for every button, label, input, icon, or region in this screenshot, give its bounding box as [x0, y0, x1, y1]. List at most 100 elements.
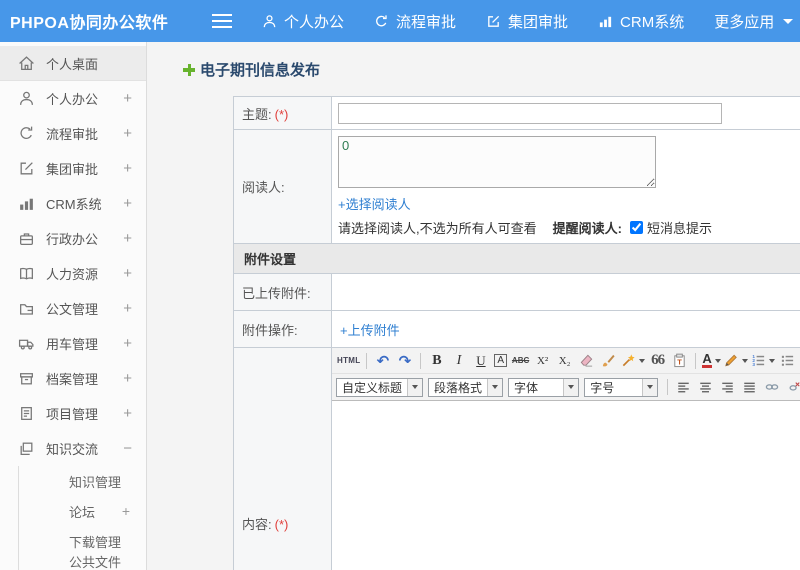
- briefcase-icon: [18, 230, 35, 247]
- sidebar-item-knowledge[interactable]: 知识交流 −: [0, 431, 146, 466]
- expand-plus-icon[interactable]: +: [123, 370, 132, 387]
- sidebar-item-crm[interactable]: CRM系统 +: [0, 186, 146, 221]
- font-size-dropdown[interactable]: 字号: [584, 377, 659, 397]
- sidebar-subitem-forum[interactable]: 论坛 +: [19, 496, 146, 526]
- expand-plus-icon[interactable]: +: [123, 300, 132, 317]
- home-icon: [18, 55, 35, 72]
- bullet-list-icon[interactable]: [777, 350, 798, 371]
- sidebar: 个人桌面 个人办公 + 流程审批 + 集团审批 + CRM系统 + 行政办公 +: [0, 42, 147, 570]
- sidebar-item-archives[interactable]: 档案管理 +: [0, 361, 146, 396]
- hamburger-menu-icon[interactable]: [212, 14, 232, 28]
- readers-label-cell: 阅读人:: [233, 129, 332, 244]
- nav-workflow-approval[interactable]: 流程审批: [374, 11, 456, 32]
- remind-readers-label: 提醒阅读人:: [552, 221, 622, 236]
- align-right-icon[interactable]: [717, 377, 738, 398]
- readers-textarea[interactable]: 0: [338, 136, 656, 188]
- content-row: 内容: (*) HTML ↶ ↷ B I U A ABC X² X₂ 66 T …: [233, 347, 800, 570]
- caret-down-icon: [769, 358, 776, 363]
- align-justify-icon[interactable]: [739, 377, 760, 398]
- redo-icon[interactable]: ↷: [394, 350, 415, 371]
- app-title: PHPOA协同办公软件: [10, 15, 169, 32]
- page-title: 电子期刊信息发布: [182, 59, 800, 80]
- nav-crm[interactable]: CRM系统: [598, 11, 684, 32]
- sidebar-item-vehicles[interactable]: 用车管理 +: [0, 326, 146, 361]
- sidebar-item-personal-office[interactable]: 个人办公 +: [0, 81, 146, 116]
- subscript-button[interactable]: X₂: [554, 350, 575, 371]
- expand-plus-icon[interactable]: +: [123, 230, 132, 247]
- expand-plus-icon[interactable]: +: [122, 503, 130, 519]
- subject-row: 主题: (*): [233, 96, 800, 130]
- caret-down-icon: [742, 358, 749, 363]
- italic-button[interactable]: I: [448, 350, 469, 371]
- uploaded-files-cell: [331, 273, 800, 311]
- align-center-icon[interactable]: [695, 377, 716, 398]
- expand-plus-icon[interactable]: +: [123, 90, 132, 107]
- editor-content-area[interactable]: [332, 401, 800, 570]
- highlight-color-icon[interactable]: [723, 350, 749, 371]
- expand-plus-icon[interactable]: +: [123, 160, 132, 177]
- sidebar-item-group-approval[interactable]: 集团审批 +: [0, 151, 146, 186]
- sidebar-subitem-public-files[interactable]: 公共文件柜: [19, 555, 146, 570]
- main-content: 电子期刊信息发布 主题: (*) 阅读人: 0 +选择阅读人 请选择阅读人,不选…: [147, 42, 800, 570]
- caret-down-icon: [639, 358, 646, 363]
- caret-down-icon: [487, 378, 503, 396]
- readers-row: 阅读人: 0 +选择阅读人 请选择阅读人,不选为所有人可查看 提醒阅读人: 短消…: [233, 129, 800, 244]
- sidebar-item-documents[interactable]: 公文管理 +: [0, 291, 146, 326]
- expand-plus-icon[interactable]: +: [123, 335, 132, 352]
- expand-plus-icon[interactable]: +: [123, 405, 132, 422]
- magic-wand-icon[interactable]: [620, 350, 646, 371]
- insert-link-icon[interactable]: [761, 377, 782, 398]
- knowledge-submenu: 知识管理 论坛 + 下载管理 公共文件柜: [18, 466, 146, 570]
- select-readers-link[interactable]: +选择阅读人: [338, 197, 411, 212]
- expand-plus-icon[interactable]: +: [123, 195, 132, 212]
- edit-square-icon: [486, 14, 501, 29]
- nav-personal-office[interactable]: 个人办公: [262, 11, 344, 32]
- expand-plus-icon[interactable]: +: [123, 265, 132, 282]
- ordered-list-icon[interactable]: 123: [750, 350, 776, 371]
- paste-icon[interactable]: T: [669, 350, 690, 371]
- editor-toolbar: HTML ↶ ↷ B I U A ABC X² X₂ 66 T A 1 2 3 …: [332, 348, 800, 401]
- sidebar-item-hr[interactable]: 人力资源 +: [0, 256, 146, 291]
- custom-heading-dropdown[interactable]: 自定义标题: [336, 377, 424, 397]
- upload-attachment-link[interactable]: +上传附件: [340, 323, 400, 338]
- align-left-icon[interactable]: [673, 377, 694, 398]
- attachment-section-header: 附件设置: [233, 243, 800, 274]
- nav-group-approval[interactable]: 集团审批: [486, 11, 568, 32]
- html-source-button[interactable]: HTML: [336, 350, 361, 371]
- edit-square-icon: [18, 160, 35, 177]
- unlink-icon[interactable]: [783, 377, 800, 398]
- underline-button[interactable]: U: [470, 350, 491, 371]
- format-brush-icon[interactable]: [598, 350, 619, 371]
- knowledge-layers-icon: [18, 440, 35, 457]
- bold-button[interactable]: B: [426, 350, 447, 371]
- sidebar-subitem-knowledge-mgmt[interactable]: 知识管理: [19, 466, 146, 496]
- expand-plus-icon[interactable]: +: [123, 125, 132, 142]
- caret-down-icon: [714, 358, 721, 363]
- nav-more-apps[interactable]: 更多应用: [714, 11, 794, 32]
- font-style-button[interactable]: A: [494, 354, 508, 367]
- paragraph-format-dropdown[interactable]: 段落格式: [428, 377, 504, 397]
- blockquote-button[interactable]: 66: [647, 350, 668, 371]
- book-icon: [18, 265, 35, 282]
- font-family-dropdown[interactable]: 字体: [508, 377, 580, 397]
- collapse-minus-icon[interactable]: −: [123, 440, 132, 457]
- sidebar-item-projects[interactable]: 项目管理 +: [0, 396, 146, 431]
- sidebar-item-desktop[interactable]: 个人桌面: [0, 46, 146, 81]
- person-icon: [262, 14, 277, 29]
- attachment-action-label-cell: 附件操作:: [233, 310, 332, 348]
- superscript-button[interactable]: X²: [532, 350, 553, 371]
- sidebar-item-workflow[interactable]: 流程审批 +: [0, 116, 146, 151]
- rich-text-editor: HTML ↶ ↷ B I U A ABC X² X₂ 66 T A 1 2 3 …: [331, 347, 800, 570]
- required-mark: (*): [274, 106, 289, 122]
- sidebar-item-admin-office[interactable]: 行政办公 +: [0, 221, 146, 256]
- undo-icon[interactable]: ↶: [372, 350, 393, 371]
- eraser-icon[interactable]: [576, 350, 597, 371]
- content-label-cell: 内容: (*): [233, 347, 332, 570]
- font-color-button[interactable]: A: [701, 350, 722, 371]
- add-plus-icon: [182, 63, 196, 77]
- subject-input[interactable]: [338, 102, 722, 124]
- strikethrough-button[interactable]: ABC: [510, 350, 531, 371]
- flow-icon: [374, 14, 389, 29]
- folder-icon: [18, 300, 35, 317]
- sms-remind-checkbox[interactable]: [629, 221, 643, 234]
